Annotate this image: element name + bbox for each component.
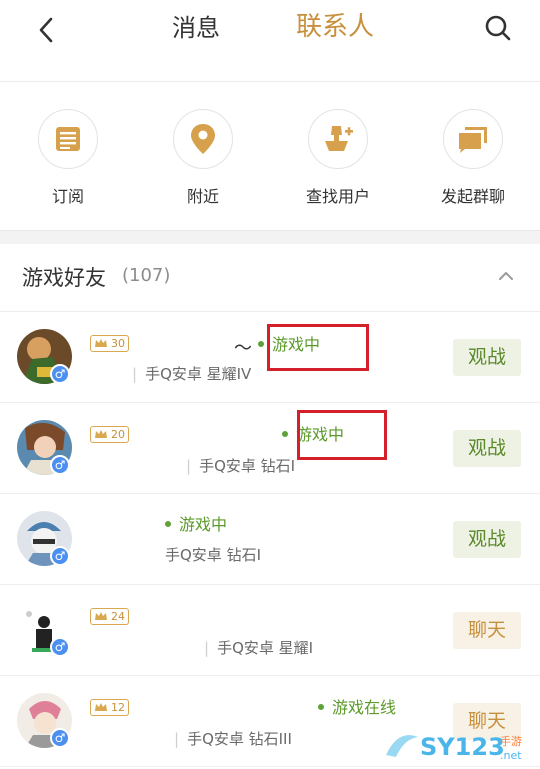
- crown-icon: [95, 612, 107, 620]
- watermark-text: SY123: [420, 733, 505, 761]
- device-rank-text: 手Q安卓 钻石III: [187, 730, 292, 748]
- device-rank: | 手Q安卓 钻石III: [174, 729, 292, 749]
- friend-row[interactable]: ♂ 24 | 手Q安卓 星耀I 聊天: [0, 585, 540, 676]
- section-count: (107): [122, 265, 171, 286]
- crown-icon: [95, 703, 107, 711]
- device-rank-text: 手Q安卓 钻石I: [199, 457, 296, 475]
- online-dot: [258, 340, 264, 347]
- crown-icon: [95, 339, 107, 347]
- level-value: 24: [111, 610, 125, 623]
- male-gender-icon: ♂: [50, 728, 70, 748]
- level-value: 12: [111, 701, 125, 714]
- subscribe-label: 订阅: [51, 187, 84, 206]
- crown-icon: [95, 430, 107, 438]
- nearby-button[interactable]: 附近: [153, 109, 253, 207]
- online-dot: [165, 520, 171, 527]
- game-friends-header[interactable]: 游戏好友 (107): [0, 244, 540, 312]
- level-value: 20: [111, 428, 125, 441]
- online-dot: [318, 703, 324, 710]
- watch-button[interactable]: 观战: [453, 339, 521, 376]
- watermark-sub: 手游: [500, 734, 522, 748]
- section-divider: [0, 230, 540, 244]
- find-user-circle: [308, 109, 368, 169]
- highlight-box: [267, 324, 369, 371]
- quick-actions: 订阅 附近 查找用户 发起群聊: [0, 83, 540, 230]
- device-rank-text: 手Q安卓 星耀I: [217, 639, 314, 657]
- male-gender-icon: ♂: [50, 455, 70, 475]
- watermark-domain: .net: [500, 749, 522, 762]
- tab-contacts[interactable]: 联系人: [296, 11, 374, 43]
- section-title: 游戏好友: [22, 266, 106, 290]
- search-icon: [485, 15, 511, 41]
- group-chat-icon: [459, 127, 487, 153]
- status-text: 游戏在线: [318, 698, 396, 718]
- tab-messages[interactable]: 消息: [172, 12, 220, 44]
- nearby-label: 附近: [186, 187, 219, 206]
- level-value: 30: [111, 337, 125, 350]
- find-user-label: 查找用户: [305, 187, 370, 206]
- male-gender-icon: ♂: [50, 364, 70, 384]
- location-pin-icon: [191, 124, 215, 154]
- device-rank: | 手Q安卓 星耀I: [204, 638, 313, 658]
- subscribe-list-icon: [56, 127, 80, 151]
- level-badge: 12: [90, 699, 129, 716]
- find-user-button[interactable]: 查找用户: [288, 109, 388, 207]
- status-label: 游戏在线: [332, 698, 397, 717]
- watermark-logo: SY123 手游 .net: [384, 725, 534, 765]
- device-rank: | 手Q安卓 钻石I: [186, 456, 295, 476]
- male-gender-icon: ♂: [50, 637, 70, 657]
- divider: |: [174, 730, 180, 748]
- subscribe-circle: [38, 109, 98, 169]
- chevron-up-icon: [499, 272, 513, 280]
- level-badge: 20: [90, 426, 129, 443]
- name-suffix: 〜: [234, 338, 252, 359]
- divider: |: [204, 639, 210, 657]
- status-label: 游戏中: [179, 515, 228, 534]
- search-button[interactable]: [478, 8, 518, 48]
- device-rank: 手Q安卓 钻石I: [165, 545, 261, 565]
- back-button[interactable]: [26, 10, 66, 50]
- status-text: 游戏中: [165, 515, 227, 535]
- friend-row[interactable]: ♂ 20 游戏中 | 手Q安卓 钻石I 观战: [0, 403, 540, 494]
- highlight-box: [297, 410, 387, 460]
- subscribe-button[interactable]: 订阅: [18, 109, 118, 207]
- group-chat-circle: [443, 109, 503, 169]
- chevron-left-icon: [39, 17, 53, 43]
- group-chat-label: 发起群聊: [440, 187, 505, 206]
- watch-button[interactable]: 观战: [453, 430, 521, 467]
- device-rank-text: 手Q安卓 星耀IV: [145, 365, 252, 383]
- divider: |: [186, 457, 192, 475]
- nearby-circle: [173, 109, 233, 169]
- device-rank: | 手Q安卓 星耀IV: [132, 364, 251, 384]
- online-dot: [282, 430, 288, 437]
- male-gender-icon: ♂: [50, 546, 70, 566]
- divider: |: [132, 365, 138, 383]
- watch-button[interactable]: 观战: [453, 521, 521, 558]
- friend-row[interactable]: ♂ 游戏中 手Q安卓 钻石I 观战: [0, 494, 540, 585]
- friend-row[interactable]: ♂ 30 〜 游戏中 | 手Q安卓 星耀IV 观战: [0, 312, 540, 403]
- collapse-button[interactable]: [496, 266, 516, 286]
- add-user-icon: [325, 126, 353, 151]
- top-nav-bar: 消息 联系人: [0, 0, 540, 82]
- level-badge: 30: [90, 335, 129, 352]
- group-chat-button[interactable]: 发起群聊: [423, 109, 523, 207]
- chat-button[interactable]: 聊天: [453, 612, 521, 649]
- level-badge: 24: [90, 608, 129, 625]
- device-rank-text: 手Q安卓 钻石I: [165, 546, 261, 564]
